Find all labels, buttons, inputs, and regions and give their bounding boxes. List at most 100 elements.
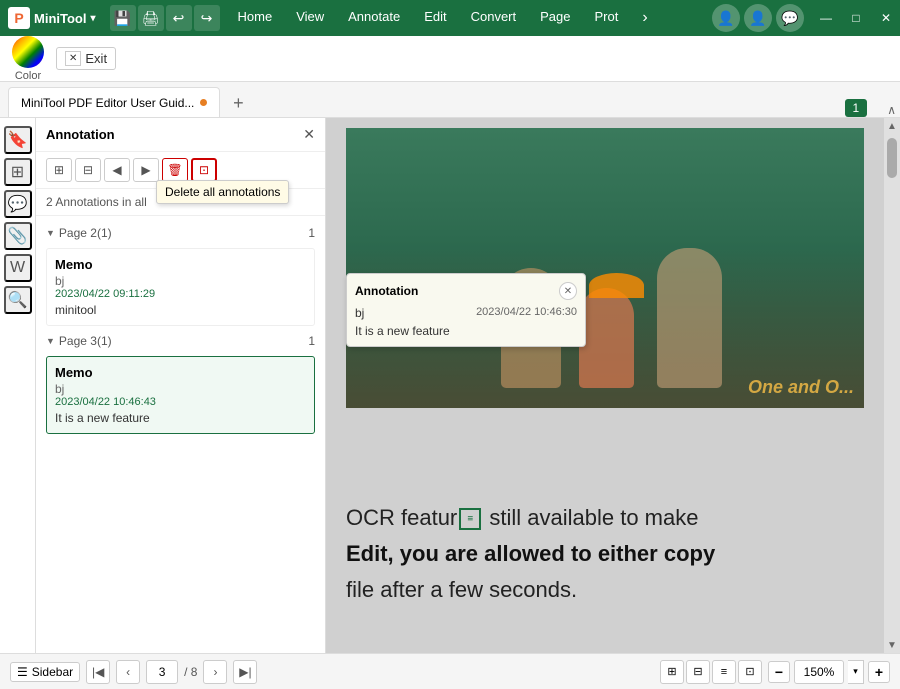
- menu-more[interactable]: ›: [630, 5, 659, 31]
- page-group-2-header[interactable]: ▼ Page 3(1) 1: [36, 330, 325, 352]
- next-annotation-button[interactable]: ▶: [133, 158, 159, 182]
- bookmark-icon-btn[interactable]: 🔖: [4, 126, 32, 154]
- profile-button[interactable]: 👤: [712, 4, 740, 32]
- annotation-list: ▼ Page 2(1) 1 Memo bj 2023/04/22 09:11:2…: [36, 216, 325, 653]
- active-tab[interactable]: MiniTool PDF Editor User Guid...: [8, 87, 220, 117]
- scroll-up-arrow[interactable]: ▲: [884, 118, 900, 134]
- main-layout: 🔖 ⊞ 💬 📎 W 🔍 Annotation ✕ ⊞ ⊟ ◀ ▶ 🗑: [0, 118, 900, 653]
- delete-icon: 🗑: [167, 163, 182, 177]
- menu-home[interactable]: Home: [226, 5, 285, 31]
- page-group-1-count: 1: [308, 226, 315, 240]
- pdf-line-1: OCR featur≡ still available to make: [346, 505, 864, 531]
- account-button[interactable]: 👤: [744, 4, 772, 32]
- expand-all-button[interactable]: ⊞: [46, 158, 72, 182]
- color-swatch[interactable]: [12, 36, 44, 68]
- zoom-in-button[interactable]: +: [868, 661, 890, 683]
- sidebar-icon: ☰: [17, 665, 28, 679]
- app-name: MiniTool: [34, 11, 86, 26]
- popup-close-button[interactable]: ✕: [559, 282, 577, 300]
- scrollbar-thumb[interactable]: [887, 138, 897, 178]
- zoom-out-button[interactable]: −: [768, 661, 790, 683]
- panel-toolbar: ⊞ ⊟ ◀ ▶ 🗑 ⊡ Delete all annotations: [36, 152, 325, 189]
- page-group-2-title: ▼ Page 3(1): [46, 334, 112, 348]
- ocr-icon[interactable]: ≡: [459, 508, 481, 530]
- triangle-icon-1: ▼: [46, 228, 55, 238]
- maximize-button[interactable]: □: [842, 4, 870, 32]
- app-logo[interactable]: P MiniTool ▾: [0, 7, 104, 29]
- menu-view[interactable]: View: [284, 5, 336, 31]
- tab-bar: MiniTool PDF Editor User Guid... + 1 ∧: [0, 82, 900, 118]
- scroll-down-arrow[interactable]: ▼: [884, 637, 900, 653]
- left-sidebar-icons: 🔖 ⊞ 💬 📎 W 🔍: [0, 118, 36, 653]
- page-group-2-count: 1: [308, 334, 315, 348]
- grid-icon-btn[interactable]: ⊞: [4, 158, 32, 186]
- expand-panel-button[interactable]: ∧: [887, 103, 896, 117]
- dropdown-icon[interactable]: ▾: [90, 13, 95, 24]
- titlebar-actions: 💾 🖨 ↩ ↪: [110, 5, 220, 31]
- next-icon: ▶: [141, 163, 150, 177]
- delete-all-button[interactable]: ⊡: [191, 158, 217, 182]
- search-icon-btn[interactable]: 🔍: [4, 286, 32, 314]
- menu-prot[interactable]: Prot: [583, 5, 631, 31]
- page-group-1-label: Page 2(1): [59, 226, 112, 240]
- panel-close-button[interactable]: ✕: [303, 126, 315, 143]
- popup-author: bj: [355, 306, 364, 320]
- menu-annotate[interactable]: Annotate: [336, 5, 412, 31]
- first-page-button[interactable]: |◀: [86, 660, 110, 684]
- pdf-image-area: One and O...: [346, 128, 864, 408]
- pdf-scrollbar[interactable]: ▲ ▼: [884, 118, 900, 653]
- chat-button[interactable]: 💬: [776, 4, 804, 32]
- prev-page-button[interactable]: ‹: [116, 660, 140, 684]
- collapse-all-button[interactable]: ⊟: [75, 158, 101, 182]
- zoom-input[interactable]: [794, 660, 844, 684]
- popup-header: Annotation ✕: [355, 282, 577, 300]
- color-toolbar: Color ✕ Exit: [0, 36, 900, 82]
- annotation-item-2[interactable]: Memo bj 2023/04/22 10:46:43 It is a new …: [46, 356, 315, 434]
- annotation-item-1[interactable]: Memo bj 2023/04/22 09:11:29 minitool: [46, 248, 315, 326]
- bottom-bar: ☰ Sidebar |◀ ‹ / 8 › ▶| ⊞ ⊟ ≡ ⊡ − ▾ +: [0, 653, 900, 689]
- sidebar-toggle-button[interactable]: ☰ Sidebar: [10, 662, 80, 682]
- annotation-icon-btn[interactable]: 💬: [4, 190, 32, 218]
- word-icon-btn[interactable]: W: [4, 254, 32, 282]
- new-tab-button[interactable]: +: [224, 89, 252, 117]
- prev-annotation-button[interactable]: ◀: [104, 158, 130, 182]
- ann-content-1: minitool: [55, 303, 306, 317]
- scroll-view-button[interactable]: ≡: [712, 660, 736, 684]
- pdf-line-2: Edit, you are allowed to either copy: [346, 541, 864, 567]
- popup-title: Annotation: [355, 284, 418, 298]
- undo-button[interactable]: ↩: [166, 5, 192, 31]
- menu-page[interactable]: Page: [528, 5, 582, 31]
- zoom-dropdown-button[interactable]: ▾: [848, 660, 864, 684]
- tab-title: MiniTool PDF Editor User Guid...: [21, 96, 194, 110]
- ann-author-2: bj: [55, 382, 306, 396]
- titlebar: P MiniTool ▾ 💾 🖨 ↩ ↪ Home View Annotate …: [0, 0, 900, 36]
- ann-date-2: 2023/04/22 10:46:43: [55, 396, 306, 408]
- page-group-1: ▼ Page 2(1) 1 Memo bj 2023/04/22 09:11:2…: [36, 222, 325, 326]
- paperclip-icon-btn[interactable]: 📎: [4, 222, 32, 250]
- last-page-button[interactable]: ▶|: [233, 660, 257, 684]
- triangle-icon-2: ▼: [46, 336, 55, 346]
- sidebar-label: Sidebar: [32, 665, 73, 679]
- delete-button[interactable]: 🗑: [162, 158, 188, 182]
- image-background: One and O...: [346, 128, 864, 408]
- pdf-text-content: OCR featur≡ still available to make Edit…: [346, 505, 864, 603]
- unsaved-dot: [200, 99, 207, 106]
- close-button[interactable]: ✕: [872, 4, 900, 32]
- single-page-view-button[interactable]: ⊞: [660, 660, 684, 684]
- page-group-1-header[interactable]: ▼ Page 2(1) 1: [36, 222, 325, 244]
- popup-date: 2023/04/22 10:46:30: [476, 306, 577, 320]
- redo-button[interactable]: ↪: [194, 5, 220, 31]
- double-page-view-button[interactable]: ⊟: [686, 660, 710, 684]
- collapse-all-icon: ⊟: [83, 163, 93, 177]
- print-button[interactable]: 🖨: [138, 5, 164, 31]
- next-page-button[interactable]: ›: [203, 660, 227, 684]
- save-button[interactable]: 💾: [110, 5, 136, 31]
- menu-edit[interactable]: Edit: [412, 5, 458, 31]
- page-indicator: 1: [845, 99, 868, 117]
- minimize-button[interactable]: —: [812, 4, 840, 32]
- fit-view-button[interactable]: ⊡: [738, 660, 762, 684]
- menu-convert[interactable]: Convert: [459, 5, 529, 31]
- popup-meta: bj 2023/04/22 10:46:30: [355, 306, 577, 320]
- page-number-input[interactable]: [146, 660, 178, 684]
- exit-button[interactable]: ✕ Exit: [56, 47, 116, 70]
